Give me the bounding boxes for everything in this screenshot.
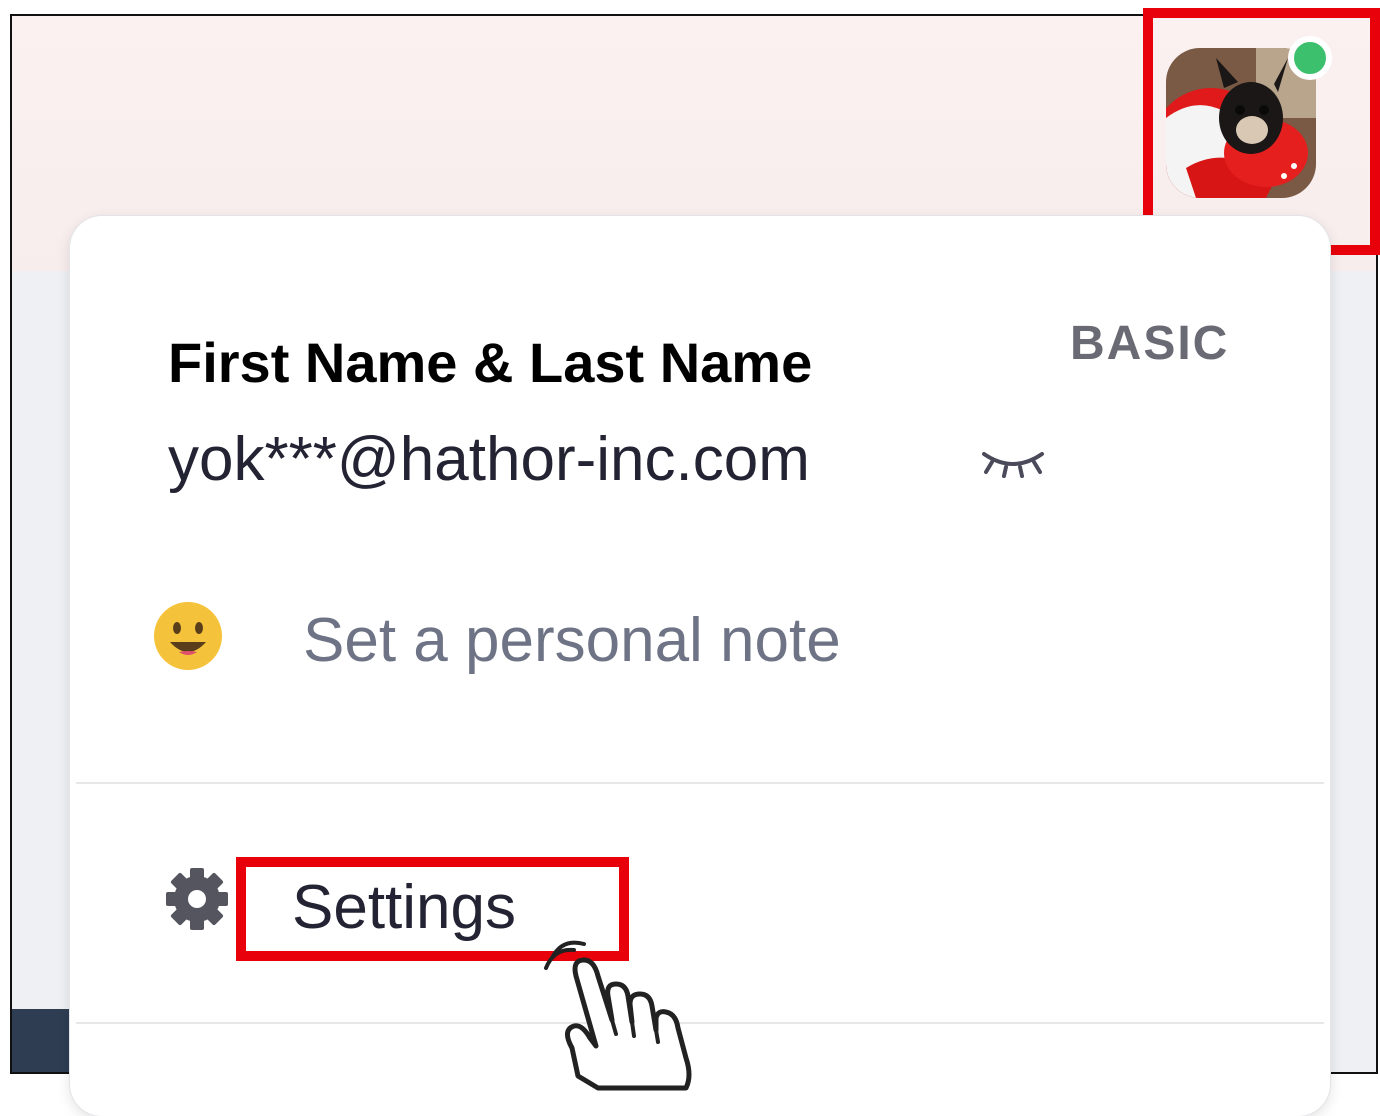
smiley-face-icon[interactable]: [152, 600, 224, 672]
profile-name: First Name & Last Name: [168, 331, 813, 394]
sidebar-edge: [12, 1009, 74, 1072]
plan-badge: BASIC: [1070, 317, 1230, 370]
menu-divider: [76, 782, 1324, 784]
closed-eye-icon[interactable]: [978, 440, 1048, 480]
profile-email: yok***@hathor-inc.com: [168, 425, 810, 494]
personal-note-input[interactable]: Set a personal note: [303, 605, 841, 676]
hand-pointer-icon: [544, 940, 692, 1091]
gear-icon: [166, 868, 228, 930]
